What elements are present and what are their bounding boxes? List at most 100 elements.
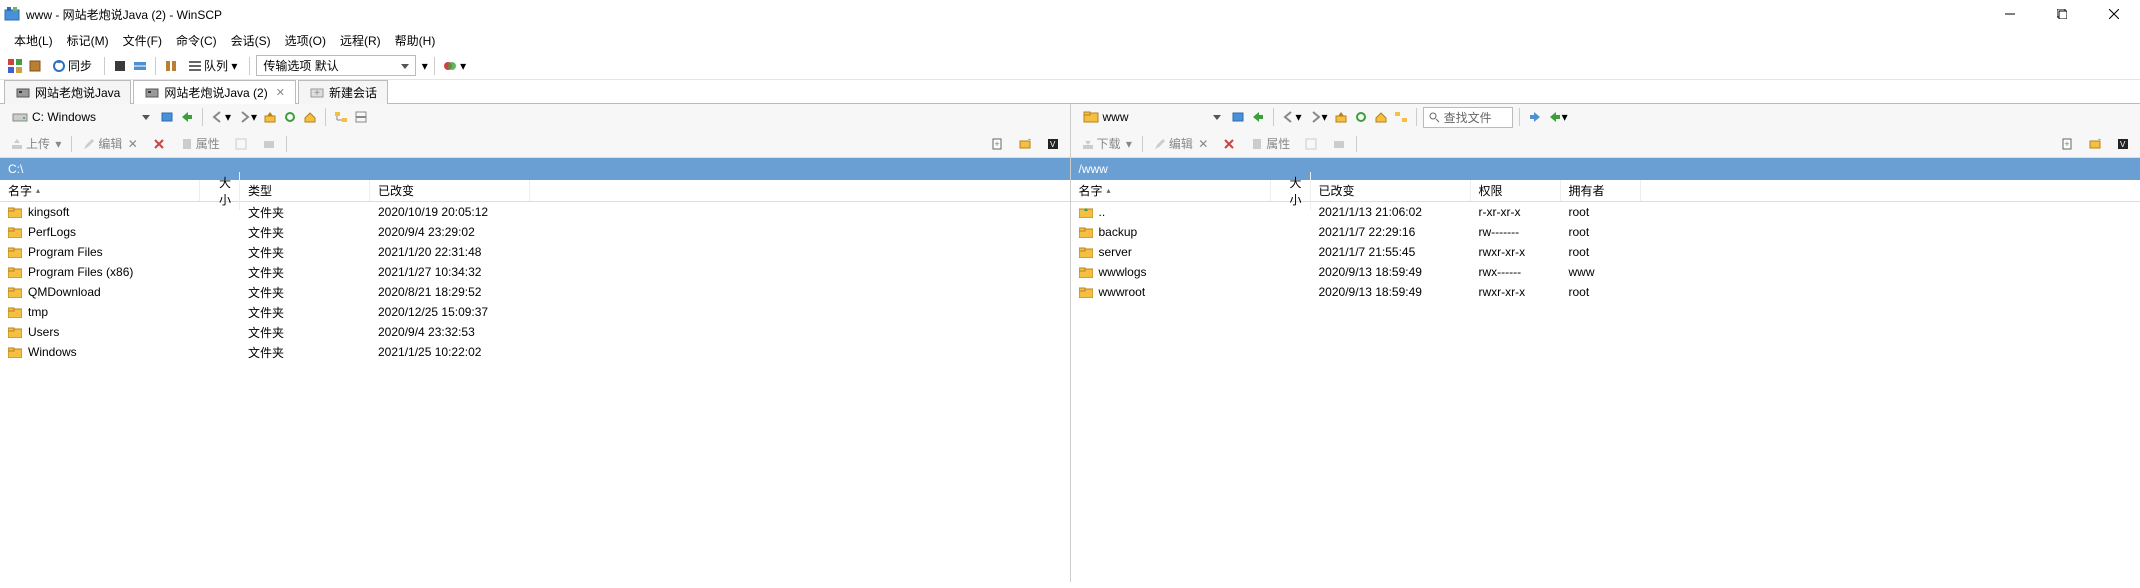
table-row[interactable]: kingsoft文件夹2020/10/19 20:05:12 [0, 202, 1070, 222]
session-tab-1[interactable]: 网站老炮说Java [4, 80, 131, 104]
session-icon [144, 85, 160, 101]
sync-icon-2[interactable]: ▾ [1546, 107, 1570, 127]
close-button[interactable] [2092, 0, 2136, 28]
col-changed[interactable]: 已改变 [370, 180, 530, 201]
menu-session[interactable]: 会话(S) [225, 30, 277, 51]
table-row[interactable]: PerfLogs文件夹2020/9/4 23:29:02 [0, 222, 1070, 242]
sync-icon-1[interactable] [1526, 107, 1544, 127]
new-file-icon[interactable]: + [2056, 137, 2078, 151]
table-row[interactable]: Program Files (x86)文件夹2021/1/27 10:34:32 [0, 262, 1070, 282]
download-button[interactable]: 下载 ▾ [1077, 135, 1136, 152]
session-tab-2[interactable]: 网站老炮说Java (2) ✕ [133, 80, 296, 104]
remote-file-list[interactable]: ..2021/1/13 21:06:02r-xr-xr-xrootbackup2… [1071, 202, 2140, 582]
terminal-icon[interactable]: V [2112, 137, 2134, 151]
home-icon[interactable] [301, 107, 319, 127]
refresh-icon[interactable] [281, 107, 299, 127]
folder-icon [8, 226, 22, 238]
nav-icon-1[interactable] [158, 107, 176, 127]
back-icon[interactable]: ▾ [1280, 107, 1304, 127]
folder-icon [1079, 206, 1093, 218]
delete-icon[interactable] [148, 137, 170, 151]
new-session-tab[interactable]: + 新建会话 [298, 80, 388, 104]
delete-icon[interactable] [1218, 137, 1240, 151]
remote-dir-selector[interactable]: www [1077, 107, 1227, 127]
col-owner[interactable]: 拥有者 [1561, 180, 1641, 201]
back-icon[interactable]: ▾ [209, 107, 233, 127]
menu-remote[interactable]: 远程(R) [334, 30, 387, 51]
forward-icon[interactable]: ▾ [1306, 107, 1330, 127]
col-type[interactable]: 类型 [240, 180, 370, 201]
misc-icon-1[interactable] [230, 137, 252, 151]
sync-button[interactable]: 同步 [46, 56, 98, 76]
home-icon[interactable] [1372, 107, 1390, 127]
new-folder-icon[interactable]: - [1014, 137, 1036, 151]
refresh-icon[interactable] [1352, 107, 1370, 127]
col-changed[interactable]: 已改变 [1311, 180, 1471, 201]
table-row[interactable]: server2021/1/7 21:55:45rwxr-xr-xroot [1071, 242, 2140, 262]
edit-button[interactable]: 编辑 ✕ [78, 135, 141, 152]
toolbar-icon-4[interactable] [131, 56, 149, 76]
sort-asc-icon: ▴ [1107, 186, 1111, 195]
table-row[interactable]: wwwroot2020/9/13 18:59:49rwxr-xr-xroot [1071, 282, 2140, 302]
find-files-input[interactable]: 查找文件 [1423, 107, 1513, 128]
table-row[interactable]: backup2021/1/7 22:29:16rw-------root [1071, 222, 2140, 242]
col-name[interactable]: 名字▴ [0, 180, 200, 201]
toolbar-icon-3[interactable] [111, 56, 129, 76]
maximize-button[interactable] [2040, 0, 2084, 28]
local-drive-bar: C: Windows ▾ ▾ [0, 104, 1070, 130]
props-button[interactable]: 属性 [1246, 135, 1294, 152]
forward-icon[interactable]: ▾ [235, 107, 259, 127]
close-icon[interactable]: ✕ [276, 86, 285, 99]
col-name[interactable]: 名字▴ [1071, 180, 1271, 201]
folder-icon [8, 246, 22, 258]
col-perm[interactable]: 权限 [1471, 180, 1561, 201]
svg-text:V: V [2120, 140, 2126, 149]
local-drive-selector[interactable]: C: Windows [6, 107, 156, 127]
transfer-options-dropdown[interactable]: 传输选项 默认 [256, 55, 416, 76]
remote-path-bar[interactable]: /www [1071, 158, 2140, 180]
table-row[interactable]: Users文件夹2020/9/4 23:32:53 [0, 322, 1070, 342]
session-tabs: 网站老炮说Java 网站老炮说Java (2) ✕ + 新建会话 [0, 80, 2140, 104]
table-row[interactable]: wwwlogs2020/9/13 18:59:49rwx------www [1071, 262, 2140, 282]
remote-drive-bar: www ▾ ▾ 查找文件 ▾ [1071, 104, 2140, 130]
menu-help[interactable]: 帮助(H) [389, 30, 442, 51]
menu-options[interactable]: 选项(O) [279, 30, 332, 51]
up-icon[interactable] [1332, 107, 1350, 127]
folder-icon [8, 346, 22, 358]
menu-mark[interactable]: 标记(M) [61, 30, 115, 51]
nav-icon-2[interactable] [1249, 107, 1267, 127]
minimize-button[interactable] [1988, 0, 2032, 28]
props-button[interactable]: 属性 [176, 135, 224, 152]
new-folder-icon[interactable]: - [2084, 137, 2106, 151]
table-row[interactable]: tmp文件夹2020/12/25 15:09:37 [0, 302, 1070, 322]
menu-file[interactable]: 文件(F) [117, 30, 168, 51]
tree-icon[interactable] [1392, 107, 1410, 127]
table-row[interactable]: Windows文件夹2021/1/25 10:22:02 [0, 342, 1070, 362]
nav-icon-1[interactable] [1229, 107, 1247, 127]
nav-icon-2[interactable] [178, 107, 196, 127]
toolbar-icon-5[interactable] [162, 56, 180, 76]
svg-text:+: + [2064, 139, 2069, 149]
toolbar-icon-2[interactable] [26, 56, 44, 76]
queue-button[interactable]: 队列 ▾ [182, 56, 243, 76]
local-path-bar[interactable]: C:\ [0, 158, 1070, 180]
tree-icon[interactable] [332, 107, 350, 127]
svg-text:+: + [994, 139, 999, 149]
terminal-icon[interactable]: V [1042, 137, 1064, 151]
bookmark-icon[interactable] [352, 107, 370, 127]
table-row[interactable]: QMDownload文件夹2020/8/21 18:29:52 [0, 282, 1070, 302]
toolbar-icon-1[interactable] [6, 56, 24, 76]
local-file-list[interactable]: kingsoft文件夹2020/10/19 20:05:12PerfLogs文件… [0, 202, 1070, 582]
table-row[interactable]: Program Files文件夹2021/1/20 22:31:48 [0, 242, 1070, 262]
edit-button[interactable]: 编辑 ✕ [1149, 135, 1212, 152]
menu-local[interactable]: 本地(L) [8, 30, 59, 51]
toolbar-icon-6[interactable]: ▾ [441, 56, 468, 76]
misc-icon-2[interactable] [1328, 137, 1350, 151]
misc-icon-1[interactable] [1300, 137, 1322, 151]
table-row[interactable]: ..2021/1/13 21:06:02r-xr-xr-xroot [1071, 202, 2140, 222]
misc-icon-2[interactable] [258, 137, 280, 151]
upload-button[interactable]: 上传 ▾ [6, 135, 65, 152]
new-file-icon[interactable]: + [986, 137, 1008, 151]
menu-command[interactable]: 命令(C) [170, 30, 223, 51]
up-icon[interactable] [261, 107, 279, 127]
